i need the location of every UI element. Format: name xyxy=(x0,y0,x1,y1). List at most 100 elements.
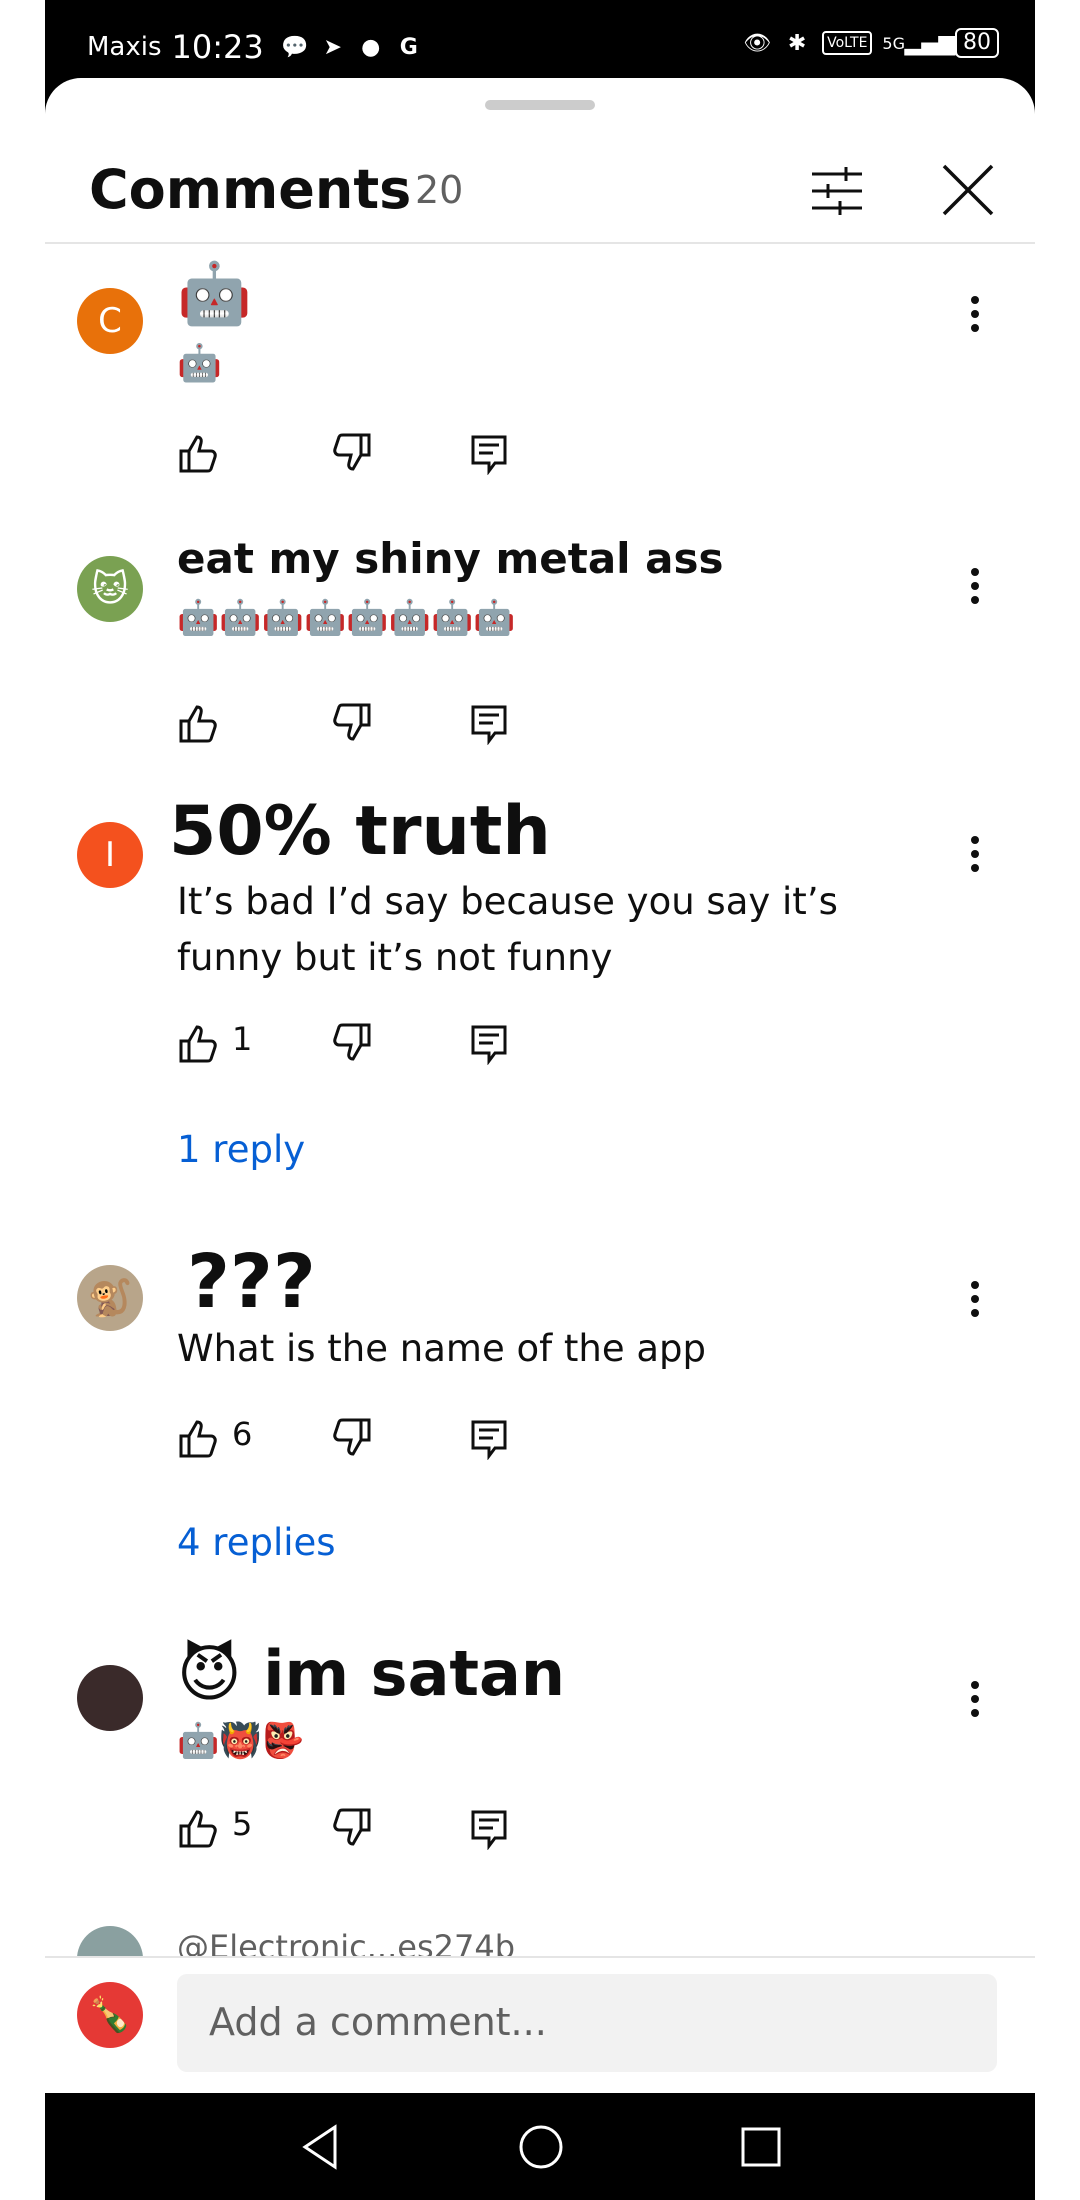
network-label: 5G xyxy=(882,33,905,53)
recents-icon[interactable] xyxy=(735,2121,787,2173)
avatar-letter: I xyxy=(104,835,116,875)
more-options-icon[interactable] xyxy=(960,1679,990,1719)
header-divider xyxy=(45,242,1035,244)
like-count: 6 xyxy=(232,1415,253,1453)
comments-count: 20 xyxy=(415,168,464,212)
phone-screen: Maxis 10:23 💬 ➤ ● G 👁 ✱ VoLTE 5G ▂▄▆ 80 … xyxy=(45,0,1035,2200)
home-icon[interactable] xyxy=(515,2121,567,2173)
reply-button[interactable] xyxy=(467,698,511,748)
dislike-button[interactable] xyxy=(329,1018,373,1068)
eye-icon: 👁 xyxy=(743,30,772,56)
comments-sheet: Comments 20 C 🤖 🤖 🐱 eat my shiny metal a… xyxy=(45,78,1035,2095)
carrier-name: Maxis xyxy=(87,32,162,62)
user-avatar[interactable]: 🍾 xyxy=(77,1982,143,2048)
like-button[interactable]: 5 xyxy=(177,1803,252,1853)
avatar[interactable] xyxy=(77,1926,143,1956)
comments-header: Comments 20 xyxy=(45,138,1035,243)
comment-text: 🤖 xyxy=(177,343,222,384)
reply-icon xyxy=(471,1025,507,1065)
thumbs-down-icon xyxy=(333,1808,371,1846)
thumbs-down-icon xyxy=(333,1023,371,1061)
comment-item: 😈 im satan 🤖👹👺 5 xyxy=(45,1633,1035,1903)
comment-author[interactable]: 🤖 xyxy=(177,258,252,329)
like-count: 5 xyxy=(232,1805,253,1843)
reply-icon xyxy=(471,705,507,745)
avatar[interactable]: I xyxy=(77,822,143,888)
drag-handle[interactable] xyxy=(485,100,595,110)
close-icon[interactable] xyxy=(940,162,996,218)
avatar[interactable]: 🐱 xyxy=(77,556,143,622)
google-icon: G xyxy=(399,34,418,60)
more-options-icon[interactable] xyxy=(960,294,990,334)
dislike-button[interactable] xyxy=(329,1413,373,1463)
comment-author[interactable]: ??? xyxy=(187,1239,316,1325)
reply-button[interactable] xyxy=(467,428,511,478)
comment-actions: 6 xyxy=(177,1413,577,1463)
comment-item: C 🤖 🤖 xyxy=(45,258,1035,508)
battery-indicator: 80 xyxy=(955,28,999,58)
comment-text: It’s bad I’d say because you say it’s fu… xyxy=(177,880,838,979)
back-icon[interactable] xyxy=(295,2121,347,2173)
avatar[interactable] xyxy=(77,1665,143,1731)
comment-composer: 🍾 Add a comment... xyxy=(45,1956,1035,2095)
dislike-button[interactable] xyxy=(329,698,373,748)
comment-item: I 50% truth It’s bad I’d say because you… xyxy=(45,788,1035,1188)
thumbs-down-icon xyxy=(333,703,371,741)
bottle-avatar-icon: 🍾 xyxy=(88,1995,132,2035)
status-bar: Maxis 10:23 💬 ➤ ● G 👁 ✱ VoLTE 5G ▂▄▆ 80 xyxy=(45,0,1035,90)
thumbs-up-icon xyxy=(179,435,217,473)
system-nav-bar xyxy=(45,2093,1035,2200)
more-options-icon[interactable] xyxy=(960,834,990,874)
dislike-button[interactable] xyxy=(329,428,373,478)
comment-actions xyxy=(177,428,577,478)
more-options-icon[interactable] xyxy=(960,566,990,606)
comments-title: Comments xyxy=(89,158,412,221)
like-button[interactable] xyxy=(177,428,221,478)
comment-author[interactable]: @Electronic...es274b xyxy=(177,1928,515,1956)
reply-button[interactable] xyxy=(467,1018,511,1068)
comment-item: 🐒 ??? What is the name of the app 6 4 re xyxy=(45,1233,1035,1633)
cat-avatar-icon: 🐱 xyxy=(91,568,129,610)
reply-icon xyxy=(471,435,507,475)
volte-badge: VoLTE xyxy=(822,31,873,55)
messenger-icon: 💬 xyxy=(281,34,309,60)
comment-author[interactable]: 😈 im satan xyxy=(177,1637,565,1710)
like-button[interactable]: 1 xyxy=(177,1018,252,1068)
thumbs-up-icon xyxy=(179,1420,217,1458)
thumbs-down-icon xyxy=(333,1418,371,1456)
view-replies-link[interactable]: 4 replies xyxy=(177,1521,336,1564)
avatar-letter: C xyxy=(98,301,122,341)
comment-text: 🤖👹👺 xyxy=(177,1721,305,1761)
partial-comment: @Electronic...es274b xyxy=(45,1908,1035,1956)
avatar[interactable]: 🐒 xyxy=(77,1265,143,1331)
reply-icon xyxy=(471,1810,507,1850)
avatar[interactable]: C xyxy=(77,288,143,354)
comment-actions: 1 xyxy=(177,1018,577,1068)
comment-text: 🤖🤖🤖🤖🤖🤖🤖🤖 xyxy=(177,598,516,638)
like-button[interactable] xyxy=(177,698,221,748)
comment-actions xyxy=(177,698,577,748)
status-left: Maxis 10:23 💬 ➤ ● G xyxy=(87,28,424,66)
reply-button[interactable] xyxy=(467,1413,511,1463)
status-right: 👁 ✱ VoLTE 5G ▂▄▆ 80 xyxy=(742,28,999,58)
more-options-icon[interactable] xyxy=(960,1279,990,1319)
comment-author[interactable]: eat my shiny metal ass xyxy=(177,534,724,583)
monkey-avatar-icon: 🐒 xyxy=(87,1278,133,1319)
thumbs-down-icon xyxy=(333,433,371,471)
reddit-icon: ● xyxy=(361,34,381,60)
reply-icon xyxy=(471,1420,507,1460)
comment-actions: 5 xyxy=(177,1803,577,1853)
thumbs-up-icon xyxy=(179,705,217,743)
view-replies-link[interactable]: 1 reply xyxy=(177,1128,305,1171)
bluetooth-icon: ✱ xyxy=(787,30,807,56)
comment-author[interactable]: 50% truth xyxy=(169,792,551,871)
signal-icon: ▂▄▆ xyxy=(904,30,956,56)
filter-icon[interactable] xyxy=(810,164,864,218)
comment-placeholder: Add a comment... xyxy=(209,2000,547,2044)
like-button[interactable]: 6 xyxy=(177,1413,252,1463)
dislike-button[interactable] xyxy=(329,1803,373,1853)
like-count: 1 xyxy=(232,1020,253,1058)
comment-input[interactable]: Add a comment... xyxy=(177,1974,997,2072)
telegram-icon: ➤ xyxy=(323,34,342,60)
reply-button[interactable] xyxy=(467,1803,511,1853)
